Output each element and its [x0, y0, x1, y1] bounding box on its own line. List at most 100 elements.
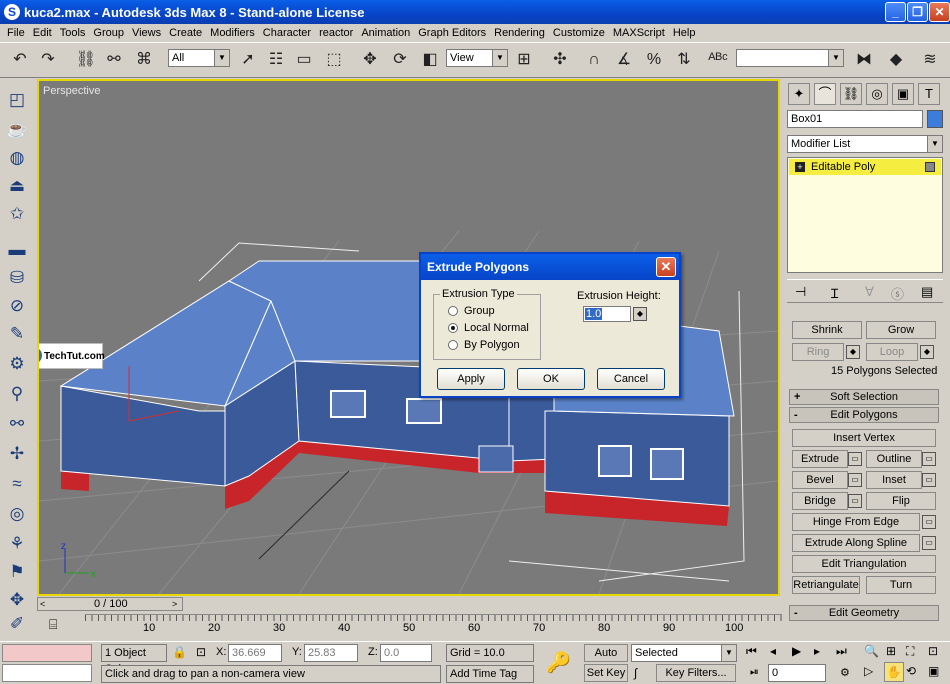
extrude-settings-icon[interactable]: ▭ — [848, 452, 862, 466]
previous-frame-icon[interactable]: ◂ — [770, 644, 776, 658]
named-selection-set-dropdown[interactable]: ▼ — [736, 49, 844, 67]
edit-polygons-rollout[interactable]: - Edit Polygons — [789, 407, 939, 423]
create-cloth-icon[interactable]: ⚑ — [5, 560, 29, 584]
auto-key-button[interactable]: Auto Key — [584, 644, 628, 675]
maxscript-listener-mini[interactable] — [2, 644, 92, 662]
utilities-tab-icon[interactable]: T — [918, 83, 940, 105]
retriangulate-button[interactable]: Retriangulate — [792, 576, 860, 594]
spinner-snap-icon[interactable]: ⇅ — [672, 48, 696, 72]
align-icon[interactable]: ◆ — [884, 48, 908, 72]
selection-filter-dropdown[interactable]: All ▼ — [168, 49, 230, 67]
configure-modifier-sets-icon[interactable]: ▤ — [921, 284, 933, 300]
next-frame-icon[interactable]: ▸ — [814, 644, 820, 658]
go-to-end-icon[interactable]: ⏭ — [836, 644, 847, 659]
hierarchy-tab-icon[interactable]: ⛓ — [840, 83, 862, 105]
unlink-icon[interactable]: ⚯ — [102, 48, 126, 72]
create-wave-icon[interactable]: ≈ — [5, 472, 29, 496]
extrusion-height-spinner[interactable]: ◆ — [633, 307, 647, 321]
menu-reactor[interactable]: reactor — [315, 27, 357, 39]
create-dummy-icon[interactable]: ✥ — [5, 588, 29, 612]
go-to-start-icon[interactable]: ⏮ — [746, 644, 757, 659]
menu-help[interactable]: Help — [669, 27, 700, 39]
reference-coordinate-dropdown[interactable]: View ▼ — [446, 49, 508, 67]
create-biped-icon[interactable]: ⚘ — [5, 532, 29, 556]
set-keys-key-icon[interactable]: 🔑 — [546, 650, 571, 675]
time-configuration-icon[interactable]: ⚙ — [840, 666, 850, 679]
play-icon[interactable]: ▶ — [792, 644, 801, 658]
menu-maxscript[interactable]: MAXScript — [609, 27, 669, 39]
create-sphere-icon[interactable]: ◍ — [5, 146, 29, 170]
maximize-button[interactable]: ❐ — [907, 2, 928, 22]
zoom-extents-all-icon[interactable]: ⊡ — [928, 644, 938, 658]
select-and-scale-icon[interactable]: ◧ — [418, 48, 442, 72]
extrusion-height-field[interactable]: 1.0 — [583, 306, 631, 322]
create-cylinder-icon[interactable]: ⛁ — [5, 266, 29, 290]
select-object-icon[interactable]: ➚ — [236, 48, 260, 72]
radio-by-polygon[interactable]: By Polygon — [448, 339, 520, 351]
menu-animation[interactable]: Animation — [357, 27, 414, 39]
default-tangents-icon[interactable]: ∫ — [634, 666, 637, 680]
pin-stack-icon[interactable]: ⊣ — [795, 284, 806, 300]
zoom-extents-icon[interactable]: ⛶ — [906, 644, 914, 659]
create-box-icon[interactable]: ◰ — [5, 88, 29, 112]
y-coordinate-field[interactable]: 25.83 — [304, 644, 358, 662]
open-mini-curve-editor-icon[interactable]: ⌸ — [49, 616, 57, 633]
menu-file[interactable]: File — [3, 27, 29, 39]
menu-customize[interactable]: Customize — [549, 27, 609, 39]
create-paint-icon[interactable]: ✐ — [5, 612, 29, 636]
turn-button[interactable]: Turn — [866, 576, 936, 594]
zoom-icon[interactable]: 🔍 — [864, 644, 879, 658]
minimize-button[interactable]: _ — [885, 2, 906, 22]
add-time-tag-button[interactable]: Add Time Tag — [446, 665, 534, 683]
modifier-list-dropdown[interactable]: Modifier List ▼ — [787, 135, 943, 153]
menu-views[interactable]: Views — [128, 27, 165, 39]
menu-character[interactable]: Character — [259, 27, 315, 39]
insert-vertex-button[interactable]: Insert Vertex — [792, 429, 936, 447]
inset-settings-icon[interactable]: ▭ — [922, 473, 936, 487]
create-star-icon[interactable]: ✩ — [5, 202, 29, 226]
inset-button[interactable]: Inset — [866, 471, 922, 489]
key-filters-button[interactable]: Key Filters... — [656, 664, 736, 682]
create-light-icon[interactable]: ✎ — [5, 322, 29, 346]
field-of-view-icon[interactable]: ▷ — [864, 664, 873, 678]
ring-button[interactable]: Ring — [792, 343, 844, 361]
extrude-along-spline-button[interactable]: Extrude Along Spline — [792, 534, 920, 552]
create-camera-icon[interactable]: ⚙ — [5, 352, 29, 376]
select-manipulate-icon[interactable]: ✣ — [548, 48, 572, 72]
create-plane-icon[interactable]: ▬ — [5, 238, 29, 262]
remove-modifier-icon[interactable]: ⓢ — [891, 284, 904, 303]
stack-item-toggle-icon[interactable] — [925, 162, 935, 172]
stack-item-editable-poly[interactable]: + Editable Poly — [789, 159, 941, 175]
shrink-button[interactable]: Shrink — [792, 321, 862, 339]
maxscript-input-mini[interactable] — [2, 664, 92, 682]
mirror-icon[interactable]: ⧓ — [852, 48, 876, 72]
x-coordinate-field[interactable]: 36.669 — [228, 644, 282, 662]
expand-plus-icon[interactable]: + — [795, 162, 805, 172]
edit-geometry-rollout[interactable]: - Edit Geometry — [789, 605, 939, 621]
radio-group[interactable]: Group — [448, 305, 495, 317]
ok-button[interactable]: OK — [517, 368, 585, 390]
arc-rotate-icon[interactable]: ⟲ — [906, 664, 916, 678]
key-mode-toggle-icon[interactable]: ⏯ — [750, 666, 759, 679]
hinge-settings-icon[interactable]: ▭ — [922, 515, 936, 529]
bevel-button[interactable]: Bevel — [792, 471, 848, 489]
create-cone-icon[interactable]: ⏏ — [5, 174, 29, 198]
select-and-rotate-icon[interactable]: ⟳ — [388, 48, 412, 72]
undo-icon[interactable]: ↶ — [8, 48, 32, 72]
flip-button[interactable]: Flip — [866, 492, 936, 510]
menu-modifiers[interactable]: Modifiers — [206, 27, 259, 39]
rectangular-selection-icon[interactable]: ▭ — [292, 48, 316, 72]
window-crossing-icon[interactable]: ⬚ — [322, 48, 346, 72]
close-button[interactable]: ✕ — [929, 2, 950, 22]
extrude-button[interactable]: Extrude — [792, 450, 848, 468]
motion-tab-icon[interactable]: ◎ — [866, 83, 888, 105]
object-name-field[interactable]: Box01 — [787, 110, 923, 128]
create-teapot-icon[interactable]: ☕ — [5, 118, 29, 142]
display-tab-icon[interactable]: ▣ — [892, 83, 914, 105]
select-and-move-icon[interactable]: ✥ — [358, 48, 382, 72]
ring-spinner[interactable]: ◆ — [846, 345, 860, 359]
hinge-from-edge-button[interactable]: Hinge From Edge — [792, 513, 920, 531]
menu-rendering[interactable]: Rendering — [490, 27, 549, 39]
redo-icon[interactable]: ↷ — [36, 48, 60, 72]
create-bone-icon[interactable]: ⚯ — [5, 412, 29, 436]
